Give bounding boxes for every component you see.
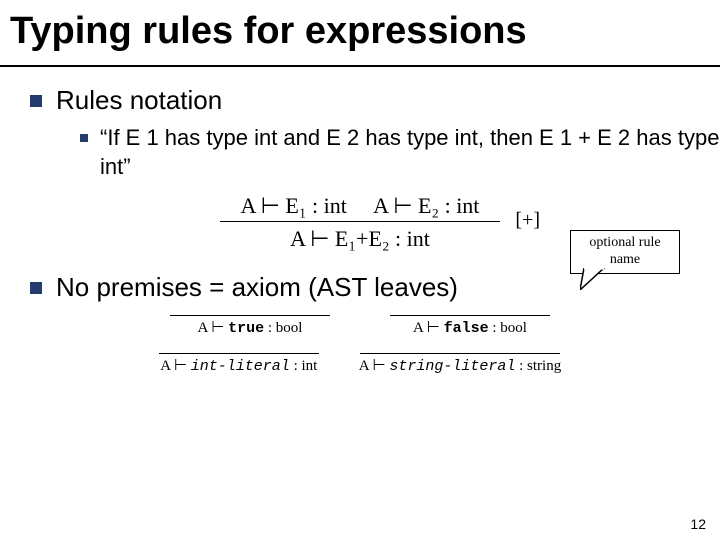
bullet-icon: [30, 282, 42, 294]
axiom-row-1: A ⊢ true : bool A ⊢ false : bool: [0, 315, 720, 337]
premise-1: A ⊢ E₁ : int: [241, 193, 347, 218]
axiom-prefix: A ⊢: [198, 320, 229, 336]
axiom-type: : string: [515, 358, 561, 374]
bullet-axiom: No premises = axiom (AST leaves): [0, 272, 720, 303]
axiom-type: : bool: [264, 320, 302, 336]
bullet-text: Rules notation: [56, 85, 222, 116]
axiom-literal: int-literal: [191, 358, 290, 375]
rule-line: [+]: [220, 221, 500, 222]
rule-label: [+]: [515, 209, 540, 232]
page-number: 12: [690, 516, 706, 532]
axiom-keyword: false: [444, 320, 489, 337]
axiom-false: A ⊢ false : bool: [390, 315, 550, 337]
axiom-prefix: A ⊢: [413, 320, 444, 336]
premise-2: A ⊢ E₂ : int: [373, 193, 479, 218]
bullet-rules-notation: Rules notation: [0, 85, 720, 116]
axiom-type: : int: [290, 358, 318, 374]
inference-rule-plus: A ⊢ E₁ : int A ⊢ E₂ : int [+] A ⊢ E₁+E₂ …: [110, 193, 610, 252]
bullet-text: “If E 1 has type int and E 2 has type in…: [100, 124, 720, 181]
axiom-true: A ⊢ true : bool: [170, 315, 330, 337]
axiom-type: : bool: [489, 320, 527, 336]
callout-tail-icon: [580, 268, 610, 290]
bullet-icon: [30, 95, 42, 107]
axiom-prefix: A ⊢: [359, 358, 390, 374]
axiom-keyword: true: [228, 320, 264, 337]
axiom-row-2: A ⊢ int-literal : int A ⊢ string-literal…: [0, 353, 720, 375]
axiom-int-literal: A ⊢ int-literal : int: [159, 353, 319, 375]
axiom-literal: string-literal: [389, 358, 515, 375]
bullet-icon: [80, 134, 88, 142]
bullet-example-sentence: “If E 1 has type int and E 2 has type in…: [0, 124, 720, 181]
bullet-text: No premises = axiom (AST leaves): [56, 272, 458, 303]
axiom-prefix: A ⊢: [160, 358, 191, 374]
axiom-string-literal: A ⊢ string-literal : string: [359, 353, 561, 375]
slide-title: Typing rules for expressions: [0, 0, 720, 67]
